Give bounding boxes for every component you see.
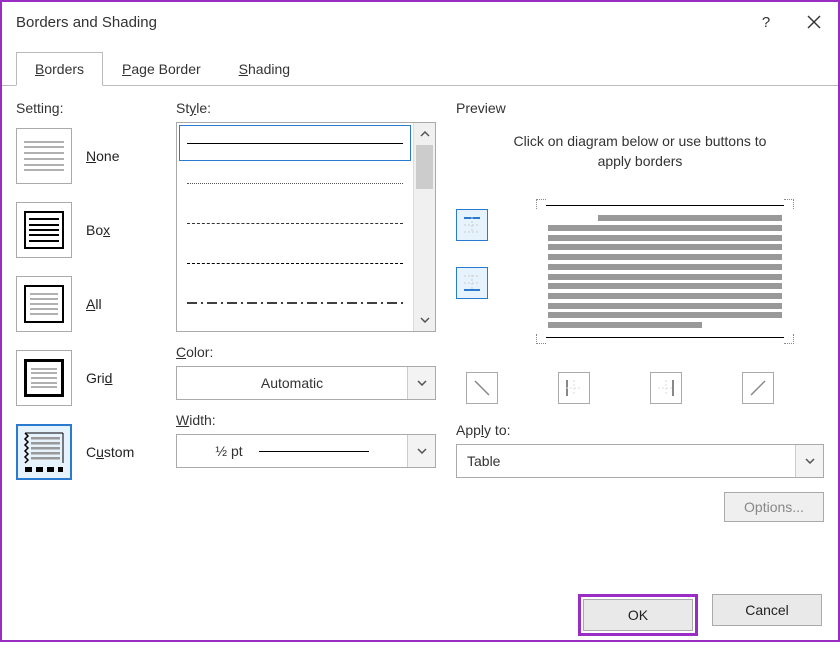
preview-side-buttons (456, 189, 496, 354)
setting-option-custom[interactable]: Custom (16, 424, 176, 480)
preview-hint: Click on diagram below or use buttons to… (496, 132, 784, 171)
setting-panel: Setting: None Box All Grid (16, 100, 176, 582)
style-item-dash-dot[interactable] (177, 283, 413, 323)
setting-grid-icon (16, 350, 72, 406)
setting-option-none[interactable]: None (16, 128, 176, 184)
setting-all-label: All (86, 296, 102, 312)
apply-to-combo[interactable]: Table (456, 444, 824, 478)
style-panel: Style: Color: (176, 100, 436, 582)
chevron-down-icon (417, 448, 427, 454)
style-label: Style: (176, 100, 436, 116)
tab-borders[interactable]: Borders (16, 52, 103, 86)
tab-page-border[interactable]: Page Border (103, 52, 220, 86)
setting-grid-label: Grid (86, 370, 112, 386)
chevron-down-icon (420, 317, 430, 323)
preview-panel: Preview Click on diagram below or use bu… (456, 100, 824, 582)
style-scrollbar[interactable] (413, 123, 435, 331)
preview-heading: Preview (456, 100, 512, 116)
chevron-down-icon (417, 380, 427, 386)
width-label: Width: (176, 412, 436, 428)
ok-button[interactable]: OK (583, 599, 693, 631)
title-bar: Borders and Shading ? (2, 2, 838, 42)
close-button[interactable] (790, 2, 838, 42)
border-diag-down-button[interactable] (466, 372, 498, 404)
close-icon (807, 15, 821, 29)
border-bottom-icon (462, 273, 482, 293)
scroll-thumb[interactable] (416, 145, 433, 189)
color-label: Color: (176, 344, 436, 360)
setting-custom-icon (16, 424, 72, 480)
style-item-solid[interactable] (177, 123, 413, 163)
setting-custom-label: Custom (86, 444, 134, 460)
width-value: ½ pt (177, 443, 407, 459)
setting-label: Setting: (16, 100, 176, 116)
style-item-dotted[interactable] (177, 163, 413, 203)
setting-option-box[interactable]: Box (16, 202, 176, 258)
width-sample-line (259, 451, 369, 452)
chevron-up-icon (420, 131, 430, 137)
color-value: Automatic (177, 375, 407, 391)
options-button: Options... (724, 492, 824, 522)
dialog-footer: OK Cancel (2, 586, 838, 650)
window-title: Borders and Shading (16, 14, 742, 31)
help-button[interactable]: ? (742, 2, 790, 42)
border-left-button[interactable] (558, 372, 590, 404)
diag-up-icon (748, 378, 768, 398)
setting-option-all[interactable]: All (16, 276, 176, 332)
color-combo[interactable]: Automatic (176, 366, 436, 400)
setting-none-icon (16, 128, 72, 184)
border-bottom-button[interactable] (456, 267, 488, 299)
style-listbox[interactable] (176, 122, 436, 332)
preview-bottom-buttons (456, 372, 824, 404)
border-top-icon (462, 215, 482, 235)
preview-diagram[interactable] (506, 189, 824, 354)
custom-setting-icon (22, 430, 66, 474)
color-dropdown-button[interactable] (407, 367, 435, 399)
style-item-dashed-fine[interactable] (177, 203, 413, 243)
setting-option-grid[interactable]: Grid (16, 350, 176, 406)
width-dropdown-button[interactable] (407, 435, 435, 467)
setting-all-icon (16, 276, 72, 332)
border-left-icon (564, 378, 584, 398)
width-combo[interactable]: ½ pt (176, 434, 436, 468)
setting-none-label: None (86, 148, 119, 164)
apply-to-label: Apply to: (456, 422, 824, 438)
setting-box-icon (16, 202, 72, 258)
chevron-down-icon (805, 458, 815, 464)
border-right-icon (656, 378, 676, 398)
setting-box-label: Box (86, 222, 110, 238)
border-top-button[interactable] (456, 209, 488, 241)
diag-down-icon (472, 378, 492, 398)
ok-highlight: OK (578, 594, 698, 636)
apply-to-dropdown-button[interactable] (795, 445, 823, 477)
scroll-track[interactable] (414, 145, 435, 309)
scroll-up-button[interactable] (414, 123, 435, 145)
scroll-down-button[interactable] (414, 309, 435, 331)
border-right-button[interactable] (650, 372, 682, 404)
tab-strip: Borders Page Border Shading (2, 50, 838, 86)
tab-shading[interactable]: Shading (220, 52, 309, 86)
style-item-dashed[interactable] (177, 243, 413, 283)
border-diag-up-button[interactable] (742, 372, 774, 404)
cancel-button[interactable]: Cancel (712, 594, 822, 626)
apply-to-value: Table (457, 453, 795, 469)
